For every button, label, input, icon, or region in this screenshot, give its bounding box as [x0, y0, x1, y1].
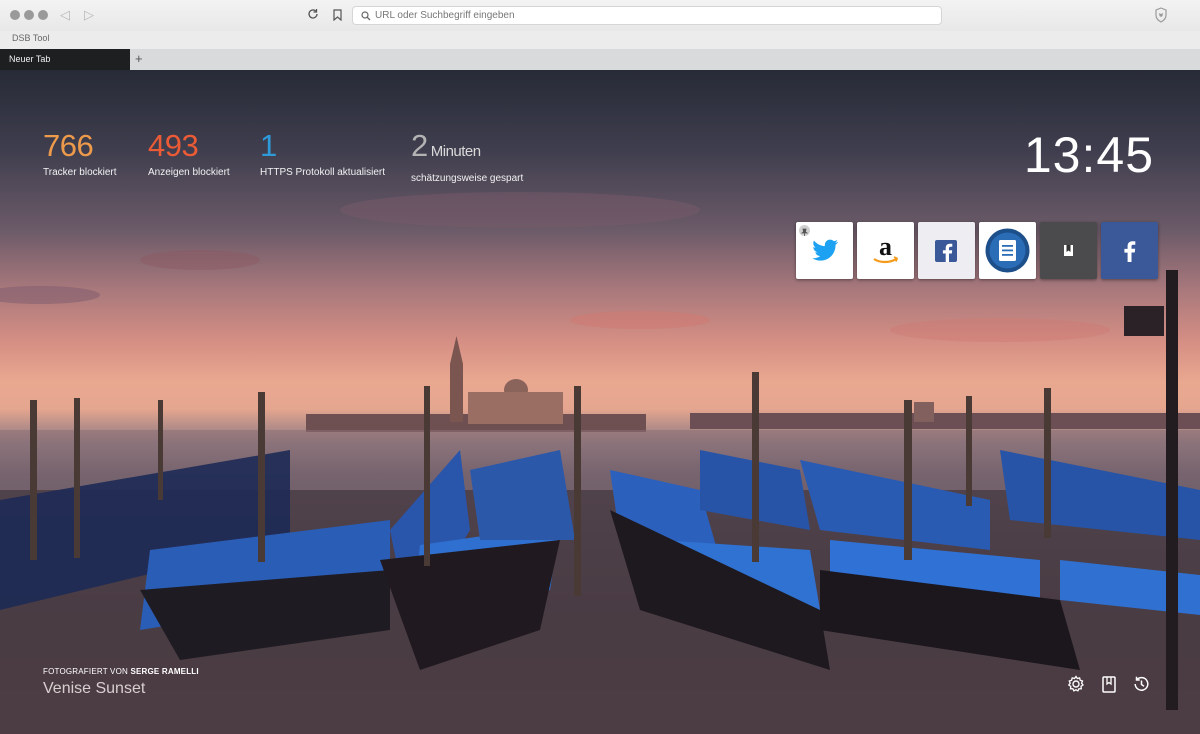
back-button[interactable]: ◁	[60, 8, 70, 22]
facebook-icon	[935, 240, 957, 262]
history-icon	[1134, 676, 1149, 691]
photographer-name[interactable]: SERGE RAMELLI	[130, 667, 198, 676]
notes-icon	[985, 228, 1030, 273]
close-window-button[interactable]	[10, 10, 20, 20]
amazon-icon: a	[873, 232, 899, 264]
top-site-facebook[interactable]	[918, 222, 975, 279]
stat-time-saved: 2 Minuten schätzungsweise gespart	[411, 130, 523, 184]
history-button[interactable]	[1131, 674, 1151, 694]
top-site-bookmark[interactable]	[1040, 222, 1097, 279]
bookmark-page-button[interactable]	[333, 8, 342, 26]
top-site-twitter[interactable]	[796, 222, 853, 279]
stat-trackers: 766 Tracker blockiert	[43, 130, 117, 178]
time-saved-label: schätzungsweise gespart	[411, 173, 524, 184]
tab-neuer-tab[interactable]: Neuer Tab	[0, 49, 130, 70]
photo-title: Venise Sunset	[43, 680, 146, 697]
zoom-window-button[interactable]	[38, 10, 48, 20]
reload-button[interactable]	[307, 7, 319, 23]
bookmarks-button[interactable]	[1099, 674, 1119, 694]
settings-icon	[1067, 675, 1084, 692]
new-tab-button[interactable]: +	[135, 51, 143, 66]
bookmarks-icon	[1102, 676, 1116, 693]
time-saved-unit: Minuten	[430, 143, 481, 160]
facebook-icon	[1124, 241, 1136, 262]
search-icon	[361, 11, 371, 21]
time-saved-count: 2	[411, 128, 428, 163]
title-bar: ◁ ▷	[0, 0, 1200, 31]
bookmark-site-icon	[1064, 245, 1073, 256]
trackers-count: 766	[43, 128, 94, 163]
stat-ads: 493 Anzeigen blockiert	[148, 130, 230, 178]
lion-shield-icon	[1155, 7, 1167, 23]
stat-https: 1 HTTPS Protokoll aktualisiert	[260, 130, 385, 178]
https-count: 1	[260, 128, 277, 163]
ads-count: 493	[148, 128, 199, 163]
top-site-amazon[interactable]: a	[857, 222, 914, 279]
address-bar[interactable]	[352, 6, 942, 25]
pin-icon[interactable]	[799, 225, 810, 236]
trackers-label: Tracker blockiert	[43, 167, 117, 178]
top-site-facebook-2[interactable]	[1101, 222, 1158, 279]
credit-prefix: FOTOGRAFIERT VON	[43, 667, 128, 676]
ads-label: Anzeigen blockiert	[148, 167, 230, 178]
https-label: HTTPS Protokoll aktualisiert	[260, 167, 386, 178]
top-site-notes[interactable]	[979, 222, 1036, 279]
forward-button[interactable]: ▷	[84, 8, 94, 22]
clock: 13:45	[1023, 127, 1154, 183]
photo-credit: FOTOGRAFIERT VON SERGE RAMELLI	[43, 667, 199, 676]
settings-button[interactable]	[1066, 674, 1086, 694]
url-input[interactable]	[375, 8, 935, 23]
minimize-window-button[interactable]	[24, 10, 34, 20]
svg-text:a: a	[879, 232, 892, 261]
brave-shields-button[interactable]	[1154, 7, 1168, 28]
new-tab-page: 766 Tracker blockiert 493 Anzeigen block…	[0, 70, 1200, 734]
bookmarks-bar: DSB Tool	[0, 31, 1200, 50]
bookmark-icon	[333, 9, 342, 22]
tab-label: Neuer Tab	[9, 54, 51, 64]
tab-strip: Neuer Tab +	[0, 49, 1200, 70]
reload-icon	[308, 9, 318, 19]
bookmark-dsb-tool[interactable]: DSB Tool	[12, 33, 49, 43]
